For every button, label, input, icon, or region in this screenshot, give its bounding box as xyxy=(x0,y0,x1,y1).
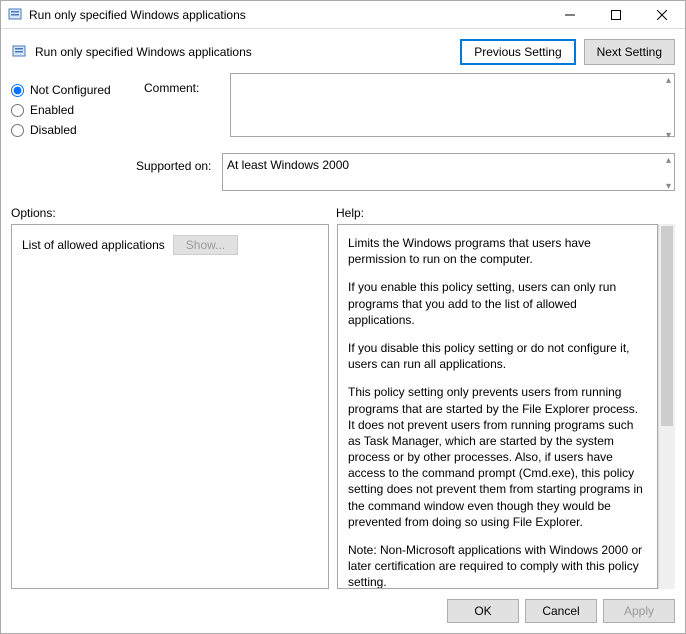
help-panel: Limits the Windows programs that users h… xyxy=(337,224,658,589)
chevron-down-icon[interactable]: ▾ xyxy=(666,130,671,141)
minimize-button[interactable] xyxy=(547,1,593,28)
section-labels: Options: Help: xyxy=(1,198,685,224)
radio-enabled-input[interactable] xyxy=(11,104,24,117)
ok-button[interactable]: OK xyxy=(447,599,519,623)
chevron-up-icon[interactable]: ▴ xyxy=(666,155,671,166)
config-area: Not Configured Enabled Disabled Comment:… xyxy=(1,73,685,153)
help-text: If you enable this policy setting, users… xyxy=(348,279,643,328)
policy-title: Run only specified Windows applications xyxy=(35,45,452,59)
maximize-button[interactable] xyxy=(593,1,639,28)
scrollbar-thumb[interactable] xyxy=(661,226,673,426)
help-section-label: Help: xyxy=(336,206,364,220)
supported-row: Supported on: ▴ ▾ xyxy=(1,153,685,198)
supported-on-label: Supported on: xyxy=(11,153,214,173)
help-text: If you disable this policy setting or do… xyxy=(348,340,643,372)
comment-label-col: Comment: xyxy=(144,73,222,143)
previous-setting-button[interactable]: Previous Setting xyxy=(460,39,575,65)
header-row: Run only specified Windows applications … xyxy=(1,29,685,73)
radio-not-configured-input[interactable] xyxy=(11,84,24,97)
panels: List of allowed applications Show... Lim… xyxy=(1,224,685,589)
dialog-footer: OK Cancel Apply xyxy=(1,589,685,633)
radio-disabled-input[interactable] xyxy=(11,124,24,137)
help-text-line: Note: Non-Microsoft applications with Wi… xyxy=(348,543,642,589)
state-radio-group: Not Configured Enabled Disabled xyxy=(11,73,136,143)
options-row: List of allowed applications Show... xyxy=(22,235,318,255)
nav-buttons: Previous Setting Next Setting xyxy=(460,39,675,65)
scrollbar[interactable] xyxy=(658,224,675,589)
cancel-button[interactable]: Cancel xyxy=(525,599,597,623)
radio-label: Enabled xyxy=(30,103,74,117)
options-section-label: Options: xyxy=(11,206,336,220)
radio-disabled[interactable]: Disabled xyxy=(11,123,136,137)
chevron-up-icon[interactable]: ▴ xyxy=(666,75,671,86)
window-controls xyxy=(547,1,685,28)
comment-field-wrap: ▴ ▾ xyxy=(230,73,675,143)
supported-on-value xyxy=(222,153,675,191)
policy-icon xyxy=(7,7,23,23)
help-text: Limits the Windows programs that users h… xyxy=(348,235,643,267)
radio-label: Disabled xyxy=(30,123,77,137)
comment-input[interactable] xyxy=(230,73,675,137)
help-panel-wrap: Limits the Windows programs that users h… xyxy=(337,224,675,589)
close-button[interactable] xyxy=(639,1,685,28)
chevron-down-icon[interactable]: ▾ xyxy=(666,181,671,192)
help-text: This policy setting only prevents users … xyxy=(348,384,643,530)
radio-enabled[interactable]: Enabled xyxy=(11,103,136,117)
radio-label: Not Configured xyxy=(30,83,111,97)
titlebar: Run only specified Windows applications xyxy=(1,1,685,29)
next-setting-button[interactable]: Next Setting xyxy=(584,39,675,65)
radio-not-configured[interactable]: Not Configured xyxy=(11,83,136,97)
allowed-list-label: List of allowed applications xyxy=(22,238,165,252)
options-panel: List of allowed applications Show... xyxy=(11,224,329,589)
apply-button[interactable]: Apply xyxy=(603,599,675,623)
help-text: Note: Non-Microsoft applications with Wi… xyxy=(348,542,643,589)
window-title: Run only specified Windows applications xyxy=(29,8,547,22)
show-button[interactable]: Show... xyxy=(173,235,238,255)
policy-icon xyxy=(11,44,27,60)
dialog-window: Run only specified Windows applications … xyxy=(0,0,686,634)
comment-label: Comment: xyxy=(144,81,222,95)
